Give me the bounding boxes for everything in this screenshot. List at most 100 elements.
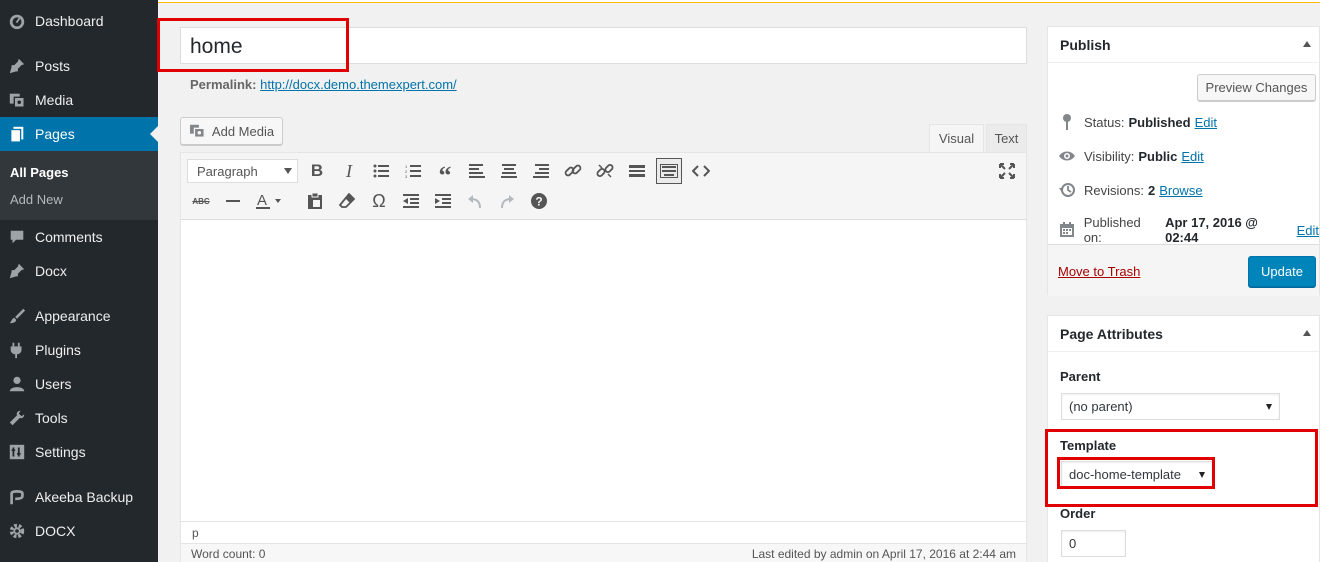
numbered-list-icon: 123 — [405, 164, 421, 178]
dashboard-icon — [7, 11, 27, 31]
status-edit-link[interactable]: Edit — [1195, 115, 1217, 130]
sidebar-item-label: Tools — [35, 410, 68, 426]
move-to-trash-link[interactable]: Move to Trash — [1058, 264, 1140, 279]
submenu-add-new[interactable]: Add New — [10, 192, 63, 207]
revisions-label: Revisions: — [1084, 182, 1144, 198]
read-more-button[interactable] — [624, 158, 650, 184]
permalink: Permalink: http://docx.demo.themexpert.c… — [190, 77, 457, 92]
remove-link-button[interactable] — [592, 158, 618, 184]
collapse-arrow-icon[interactable] — [1303, 41, 1311, 47]
bold-icon: B — [310, 161, 324, 180]
sidebar-item-plugins[interactable]: Plugins — [0, 333, 158, 367]
revisions-row: Revisions: 2 Browse — [1058, 181, 1203, 199]
sidebar-item-label: Posts — [35, 58, 71, 74]
content-area[interactable] — [181, 220, 1026, 520]
admin-sidebar: Dashboard Posts Media Pages All Pages Ad… — [0, 0, 158, 562]
format-select-value: Paragraph — [197, 163, 258, 179]
blockquote-button[interactable]: “ — [432, 158, 458, 189]
submenu-all-pages[interactable]: All Pages — [10, 165, 69, 180]
sidebar-item-media[interactable]: Media — [0, 83, 158, 117]
order-input[interactable]: 0 — [1061, 530, 1126, 557]
bullet-list-button[interactable] — [368, 158, 394, 184]
visibility-edit-link[interactable]: Edit — [1181, 149, 1203, 164]
clear-formatting-button[interactable] — [334, 188, 360, 214]
sidebar-item-docx-settings[interactable]: DOCX — [0, 514, 158, 548]
sidebar-item-comments[interactable]: Comments — [0, 220, 158, 254]
update-button[interactable]: Update — [1248, 256, 1316, 287]
redo-button[interactable] — [494, 188, 520, 214]
tab-visual[interactable]: Visual — [929, 124, 984, 152]
media-icon — [189, 123, 207, 139]
page-attributes-header[interactable]: Page Attributes — [1048, 316, 1319, 352]
italic-icon: I — [346, 160, 352, 181]
element-path[interactable]: p — [192, 526, 199, 540]
increase-indent-button[interactable] — [430, 188, 456, 214]
word-count-bar: Word count: 0 Last edited by admin on Ap… — [181, 543, 1026, 562]
italic-button[interactable]: I — [336, 158, 362, 184]
paste-text-button[interactable] — [302, 188, 328, 214]
preview-changes-button[interactable]: Preview Changes — [1197, 74, 1316, 101]
media-icon — [7, 90, 27, 110]
user-icon — [7, 374, 27, 394]
sidebar-item-tools[interactable]: Tools — [0, 401, 158, 435]
clipboard-icon — [308, 193, 322, 209]
pages-icon — [7, 124, 27, 144]
align-right-button[interactable] — [528, 158, 554, 184]
akeeba-icon — [7, 487, 27, 507]
publish-box: Publish Preview Changes Status: Publishe… — [1047, 26, 1320, 296]
numbered-list-button[interactable]: 123 — [400, 158, 426, 184]
gear-icon — [7, 521, 27, 541]
align-center-button[interactable] — [496, 158, 522, 184]
strikethrough-button[interactable]: ABC — [188, 188, 214, 214]
publish-box-header[interactable]: Publish — [1048, 27, 1319, 63]
sidebar-item-posts[interactable]: Posts — [0, 49, 158, 83]
code-button[interactable] — [688, 158, 714, 184]
insert-link-button[interactable] — [560, 158, 586, 184]
sidebar-item-dashboard[interactable]: Dashboard — [0, 4, 158, 38]
svg-text:?: ? — [535, 195, 542, 209]
parent-select[interactable]: (no parent) — [1061, 393, 1280, 420]
text-color-button[interactable]: A — [252, 188, 288, 214]
omega-icon: Ω — [372, 190, 386, 211]
format-select[interactable]: Paragraph — [187, 159, 298, 183]
revisions-browse-link[interactable]: Browse — [1159, 183, 1202, 198]
template-select[interactable]: doc-home-template — [1061, 461, 1213, 488]
sidebar-item-akeeba-backup[interactable]: Akeeba Backup — [0, 480, 158, 514]
toolbar-toggle-button[interactable] — [656, 158, 682, 184]
collapse-arrow-icon[interactable] — [1303, 330, 1311, 336]
sidebar-item-label: Dashboard — [35, 13, 104, 29]
sidebar-item-users[interactable]: Users — [0, 367, 158, 401]
title-input[interactable]: home — [180, 27, 1027, 64]
sidebar-item-settings[interactable]: Settings — [0, 435, 158, 469]
horizontal-line-button[interactable] — [220, 188, 246, 214]
editor-path-bar: p — [181, 521, 1026, 543]
comment-icon — [7, 227, 27, 247]
chevron-down-icon — [284, 168, 292, 174]
align-left-button[interactable] — [464, 158, 490, 184]
publish-box-title: Publish — [1060, 37, 1111, 53]
svg-text:3: 3 — [405, 174, 408, 178]
fullscreen-button[interactable] — [994, 158, 1020, 184]
undo-button[interactable] — [462, 188, 488, 214]
align-right-icon — [533, 164, 549, 178]
sidebar-item-appearance[interactable]: Appearance — [0, 299, 158, 333]
link-icon — [564, 164, 582, 177]
visibility-row: Visibility: Public Edit — [1058, 147, 1204, 165]
published-on-edit-link[interactable]: Edit — [1297, 223, 1319, 238]
sidebar-item-docx[interactable]: Docx — [0, 254, 158, 288]
sidebar-item-pages[interactable]: Pages — [0, 117, 158, 151]
bullet-list-icon — [373, 164, 389, 178]
bold-button[interactable]: B — [304, 158, 330, 184]
add-media-button[interactable]: Add Media — [180, 117, 283, 145]
strikethrough-icon: ABC — [192, 196, 210, 206]
decrease-indent-button[interactable] — [398, 188, 424, 214]
permalink-link[interactable]: http://docx.demo.themexpert.com/ — [260, 77, 457, 92]
special-character-button[interactable]: Ω — [366, 188, 392, 214]
keyboard-shortcuts-button[interactable]: ? — [526, 188, 552, 214]
published-on-label: Published on: — [1083, 215, 1141, 245]
tab-text[interactable]: Text — [986, 124, 1027, 152]
svg-text:A: A — [257, 192, 267, 209]
code-icon — [692, 165, 710, 177]
chevron-down-icon — [1199, 472, 1205, 478]
order-input-value: 0 — [1069, 536, 1077, 551]
